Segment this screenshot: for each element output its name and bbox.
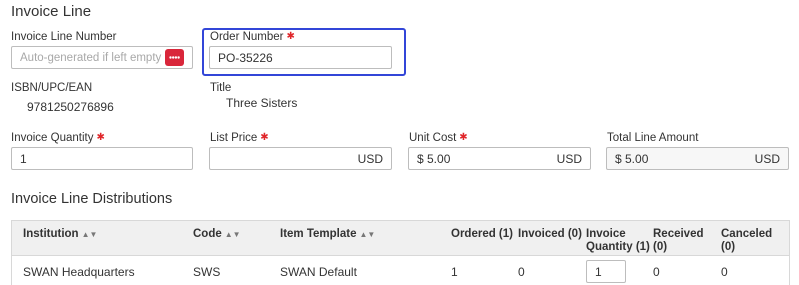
- total-line-amount-value: $ 5.00: [615, 151, 649, 166]
- column-header-institution[interactable]: Institution ▲▼: [23, 228, 97, 240]
- row-invoice-quantity-input[interactable]: 1: [586, 260, 626, 283]
- isbn-label: ISBN/UPC/EAN: [11, 82, 93, 94]
- invoice-quantity-input[interactable]: 1: [11, 147, 193, 170]
- list-price-input[interactable]: USD: [209, 147, 392, 170]
- row-invoice-quantity-value: 1: [595, 264, 602, 279]
- invoice-line-number-placeholder: Auto-generated if left empty: [20, 51, 162, 64]
- list-price-label: List Price ✱: [210, 132, 269, 144]
- row-canceled: 0: [721, 265, 728, 279]
- list-price-currency: USD: [357, 151, 383, 166]
- column-header-code[interactable]: Code ▲▼: [193, 228, 241, 240]
- column-header-invoice-quantity: Invoice Quantity (1): [586, 228, 650, 253]
- unit-cost-label: Unit Cost ✱: [409, 132, 468, 144]
- more-dots-icon: [169, 56, 180, 59]
- generate-number-button[interactable]: [165, 49, 184, 66]
- column-header-invoiced: Invoiced (0): [518, 228, 582, 240]
- total-line-amount-label: Total Line Amount: [607, 132, 699, 144]
- row-received: 0: [653, 265, 660, 279]
- invoice-line-number-label: Invoice Line Number: [11, 31, 117, 43]
- column-header-canceled: Canceled (0): [721, 228, 773, 253]
- title-label: Title: [210, 82, 232, 94]
- unit-cost-value: $ 5.00: [417, 151, 451, 166]
- order-number-input[interactable]: PO-35226: [209, 46, 392, 69]
- isbn-value: 9781250276896: [27, 100, 114, 114]
- row-ordered: 1: [451, 265, 458, 279]
- order-number-value: PO-35226: [218, 50, 273, 65]
- title-value: Three Sisters: [226, 96, 298, 110]
- invoice-quantity-value: 1: [20, 151, 27, 166]
- invoice-line-heading: Invoice Line: [11, 3, 92, 20]
- row-item-template: SWAN Default: [280, 265, 357, 279]
- column-header-item-template[interactable]: Item Template ▲▼: [280, 228, 375, 240]
- unit-cost-input[interactable]: $ 5.00 USD: [408, 147, 591, 170]
- required-asterisk-icon: ✱: [459, 132, 468, 143]
- row-code: SWS: [193, 265, 221, 279]
- required-asterisk-icon: ✱: [260, 132, 269, 143]
- required-asterisk-icon: ✱: [286, 31, 295, 42]
- total-line-amount-currency: USD: [754, 151, 780, 166]
- sort-icon: ▲▼: [81, 230, 98, 239]
- unit-cost-currency: USD: [556, 151, 582, 166]
- distributions-heading: Invoice Line Distributions: [11, 191, 173, 207]
- sort-icon: ▲▼: [224, 230, 241, 239]
- column-header-ordered: Ordered (1): [451, 228, 513, 240]
- order-number-label: Order Number ✱: [210, 31, 295, 43]
- column-header-received: Received (0): [653, 228, 704, 253]
- sort-icon: ▲▼: [359, 230, 376, 239]
- invoice-quantity-label: Invoice Quantity ✱: [11, 132, 105, 144]
- row-institution: SWAN Headquarters: [23, 265, 135, 279]
- invoice-line-number-input[interactable]: Auto-generated if left empty: [11, 46, 193, 69]
- required-asterisk-icon: ✱: [96, 132, 105, 143]
- row-invoiced: 0: [518, 265, 525, 279]
- total-line-amount-field: $ 5.00 USD: [606, 147, 789, 170]
